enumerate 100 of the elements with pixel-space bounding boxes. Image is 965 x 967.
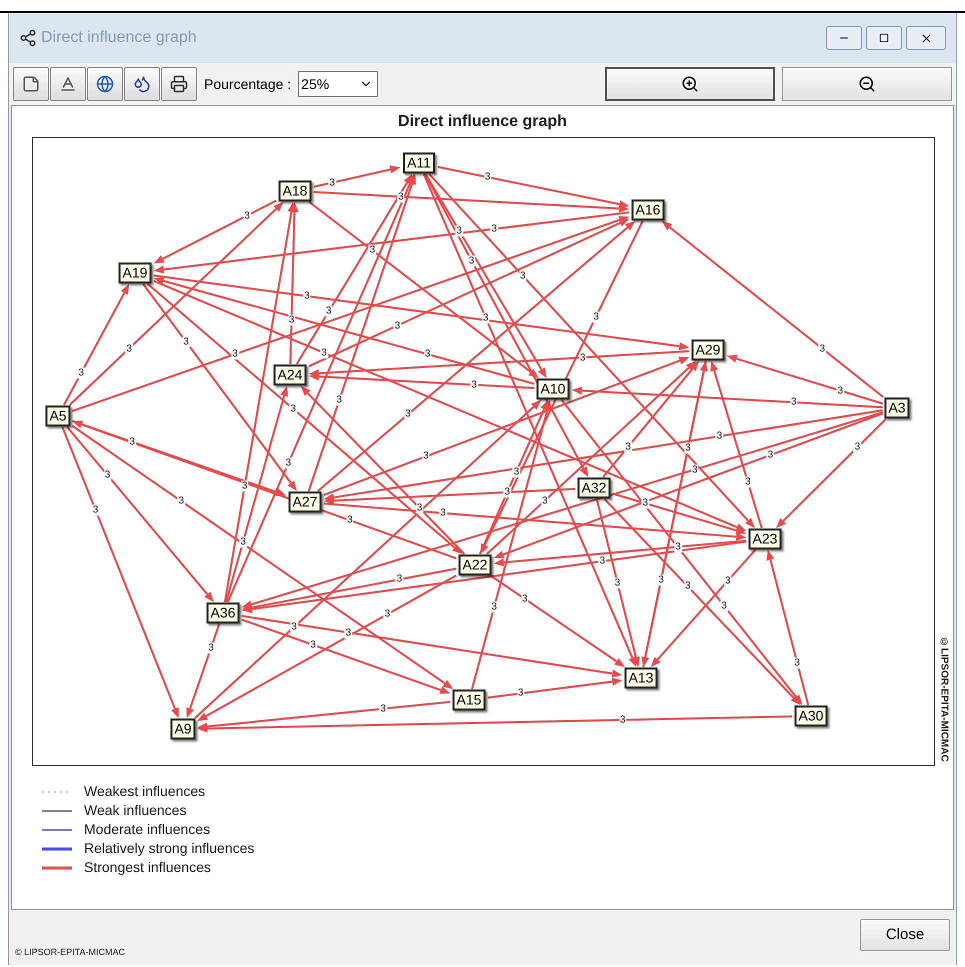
edge-label: 3 <box>404 408 412 420</box>
graph-node: A11 <box>403 152 435 174</box>
drops-icon <box>133 75 151 93</box>
zoom-out-icon <box>858 75 876 93</box>
graph-icon <box>19 29 37 47</box>
percent-dropdown[interactable]: 25% <box>298 71 378 97</box>
graph-node: A15 <box>452 690 486 710</box>
percent-label: Pourcentage : <box>204 74 292 94</box>
window-title: Direct influence graph <box>41 28 197 48</box>
edge-label: 3 <box>290 622 298 632</box>
edge-label: 3 <box>724 575 732 586</box>
drops-tool[interactable] <box>124 67 160 101</box>
note-icon <box>22 75 40 93</box>
edge-label: 3 <box>125 343 133 354</box>
legend-label: Weak influences <box>84 801 186 820</box>
edge-label: 3 <box>516 688 524 699</box>
edge-label: 3 <box>470 379 478 390</box>
edge-label: 3 <box>578 352 586 363</box>
edge-label: 3 <box>320 347 328 358</box>
edge-label: 3 <box>854 442 862 453</box>
edge-label: 3 <box>424 348 432 360</box>
graph-node: A23 <box>748 528 782 550</box>
edge-label: 3 <box>422 450 430 462</box>
graph-title: Direct influence graph <box>397 112 568 132</box>
edge-label: 3 <box>178 496 186 507</box>
edge-label: 3 <box>541 495 549 506</box>
edge-label: 3 <box>379 703 387 714</box>
graph-node: A30 <box>794 706 828 726</box>
edge-label: 3 <box>335 394 343 406</box>
edge-label: 3 <box>793 657 801 668</box>
edge-label: 3 <box>243 210 251 222</box>
edge-label: 3 <box>592 311 600 322</box>
maximize-icon <box>879 33 889 43</box>
edge-label: 3 <box>720 600 728 612</box>
window-close-button[interactable] <box>906 26 946 50</box>
edge-label: 3 <box>766 450 774 461</box>
edge-label: 3 <box>521 593 529 604</box>
edge-label: 3 <box>303 290 311 302</box>
globe-tool[interactable] <box>87 67 123 101</box>
copy-tool[interactable] <box>13 67 49 101</box>
edge-label: 3 <box>642 498 650 509</box>
edge-label: 3 <box>691 464 699 475</box>
edge-label: 3 <box>396 574 404 585</box>
close-button[interactable]: Close <box>860 919 950 951</box>
legend-label: Strongest influences <box>84 858 211 877</box>
graph-node: A22 <box>458 554 492 576</box>
edge-label: 3 <box>614 577 622 588</box>
graph-node: A18 <box>278 180 312 202</box>
graph-node: A29 <box>692 340 724 360</box>
edge-label: 3 <box>818 343 826 354</box>
graph-node: A27 <box>288 492 322 512</box>
graph-node: A10 <box>536 378 570 400</box>
font-tool[interactable] <box>50 67 86 101</box>
graph-node: A24 <box>274 364 306 386</box>
edge-label: 3 <box>394 320 402 331</box>
edge-label: 3 <box>836 385 844 396</box>
edge-label: 3 <box>674 541 682 552</box>
graph-node: A36 <box>206 602 240 624</box>
graph-node: A19 <box>118 262 152 284</box>
edge-label: 3 <box>92 504 100 516</box>
credit-text: ©LIPSOR-EPITA-MICMAC <box>938 637 950 762</box>
edge-label: 3 <box>324 306 332 317</box>
footer-credit: © LIPSOR-EPITA-MICMAC <box>15 946 125 958</box>
edge-label: 3 <box>368 244 376 256</box>
edge-label: 3 <box>716 430 724 442</box>
edge-label: 3 <box>598 556 606 567</box>
edge-label: 3 <box>346 514 354 526</box>
edge-label: 3 <box>344 627 352 638</box>
graph-node: A9 <box>170 718 196 740</box>
graph-node: A5 <box>45 406 71 426</box>
edge-label: 3 <box>384 608 392 620</box>
printer-icon <box>170 75 188 93</box>
edge-label: 3 <box>657 574 665 586</box>
edge-label: 3 <box>468 255 476 266</box>
edge-label: 3 <box>684 580 692 592</box>
edge-label: 3 <box>490 601 498 612</box>
zoom-in-button[interactable] <box>605 67 775 101</box>
globe-icon <box>96 75 114 93</box>
print-tool[interactable] <box>161 67 197 101</box>
legend-label: Weakest influences <box>84 782 206 801</box>
legend-label: Moderate influences <box>84 820 210 839</box>
edge-label: 3 <box>504 486 512 498</box>
zoom-out-button[interactable] <box>782 67 952 101</box>
edge-label: 3 <box>416 502 424 514</box>
edge-label: 3 <box>182 336 190 348</box>
edge-label: 3 <box>328 177 336 188</box>
edge-label: 3 <box>77 368 85 379</box>
edge-label: 3 <box>288 314 296 326</box>
edge-label: 3 <box>512 466 520 478</box>
edge-label: 3 <box>289 403 297 414</box>
edge-label: 3 <box>284 458 292 469</box>
graph-node: A16 <box>632 200 664 220</box>
graph-node: A32 <box>578 478 610 498</box>
edge-label: 3 <box>309 639 317 650</box>
close-icon <box>920 32 932 44</box>
edge-label: 3 <box>104 470 112 481</box>
edge-label: 3 <box>482 312 490 323</box>
edge-label: 3 <box>790 396 798 408</box>
edge-label: 3 <box>207 642 215 654</box>
edge-label: 3 <box>240 480 248 492</box>
